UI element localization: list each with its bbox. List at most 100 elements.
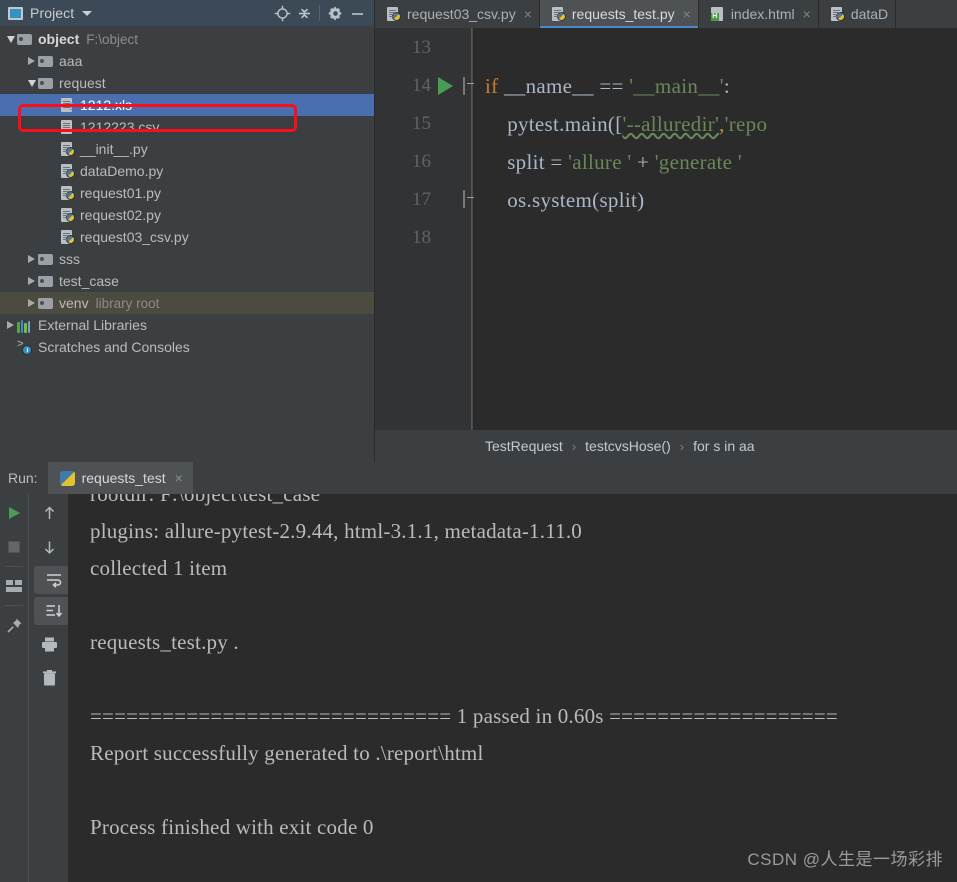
pin-tab-icon[interactable] (0, 610, 28, 640)
code-token: '__main__' (629, 74, 724, 98)
chevron-right-icon[interactable] (25, 248, 38, 270)
run-toolbar-primary[interactable] (0, 494, 28, 882)
tree-item-request03-csv-py[interactable]: request03_csv.py (0, 226, 374, 248)
code-editor[interactable]: 13 14 if __name__ == '__main__': 15 pytest.… (375, 28, 957, 430)
tree-item-request01-py[interactable]: request01.py (0, 182, 374, 204)
console-line: requests_test.py . (90, 624, 957, 661)
tree-item-label: External Libraries (38, 317, 147, 333)
python-file-icon (550, 6, 566, 22)
run-console-output[interactable]: rootdir: F:\object\test_caseplugins: all… (68, 494, 957, 882)
console-line (90, 661, 957, 698)
tree-no-arrow (46, 138, 59, 160)
chevron-right-icon[interactable] (25, 270, 38, 292)
code-line-17[interactable]: 17 os.system(split) (375, 181, 957, 219)
tree-item-external-libraries[interactable]: External Libraries (0, 314, 374, 336)
code-token: os.system(split) (485, 188, 644, 212)
breadcrumb-item[interactable]: TestRequest (485, 438, 563, 454)
tree-item-1212223-csv[interactable]: 1212223.csv (0, 116, 374, 138)
editor-tab-datad[interactable]: dataD (819, 0, 896, 28)
close-icon[interactable]: × (683, 7, 691, 21)
toolbar-divider (5, 566, 23, 567)
code-line-14[interactable]: 14 if __name__ == '__main__': (375, 67, 957, 105)
code-token: + (631, 150, 654, 174)
folder-icon (38, 75, 54, 91)
down-arrow-icon[interactable] (29, 532, 69, 562)
tree-item-datademo-py[interactable]: dataDemo.py (0, 160, 374, 182)
tree-item-aaa[interactable]: aaa (0, 50, 374, 72)
editor-tab-label: index.html (731, 6, 795, 22)
tree-item-request[interactable]: request (0, 72, 374, 94)
project-panel-header: Project (0, 0, 374, 26)
close-icon[interactable]: × (175, 470, 183, 486)
code-text: pytest.main(['--alluredir','repo (485, 112, 767, 137)
editor-tab-bar[interactable]: request03_csv.py×requests_test.py×Hindex… (375, 0, 957, 28)
tree-item-1212-xls[interactable]: ?1212.xls (0, 94, 374, 116)
run-gutter-icon[interactable] (431, 77, 459, 95)
tree-item-sublabel: library root (96, 296, 160, 311)
folder-icon (38, 273, 54, 289)
chevron-down-icon[interactable] (25, 72, 38, 94)
console-line: plugins: allure-pytest-2.9.44, html-3.1.… (90, 513, 957, 550)
fold-toggle-icon[interactable] (463, 77, 481, 95)
chevron-down-icon[interactable] (82, 11, 92, 16)
rerun-run-icon[interactable] (0, 498, 28, 528)
chevron-right-icon[interactable] (25, 50, 38, 72)
code-line-13[interactable]: 13 (375, 29, 957, 67)
editor-tab-request03-csv-py[interactable]: request03_csv.py× (375, 0, 540, 28)
tree-item-label: request03_csv.py (80, 229, 189, 245)
tree-item-object[interactable]: object F:\object (0, 28, 374, 50)
tree-item-sublabel: F:\object (86, 32, 138, 47)
tree-item-init-py[interactable]: __init__.py (0, 138, 374, 160)
project-file-tree[interactable]: object F:\object aaarequest?1212.xls121222… (0, 26, 374, 462)
tree-item-scratches-and-consoles[interactable]: Scratches and Consoles (0, 336, 374, 358)
chevron-down-icon[interactable] (4, 28, 17, 50)
console-line: Report successfully generated to .\repor… (90, 735, 957, 772)
locate-target-icon[interactable] (271, 2, 293, 24)
breadcrumb-item[interactable]: for s in aa (693, 438, 754, 454)
code-line-16[interactable]: 16 split = 'allure ' + 'generate ' (375, 143, 957, 181)
editor-tab-requests-test-py[interactable]: requests_test.py× (540, 0, 699, 28)
code-token: 'generate ' (655, 150, 742, 174)
print-icon[interactable] (29, 629, 69, 659)
toolbar-divider-2 (5, 605, 23, 606)
collapse-all-icon[interactable] (293, 2, 315, 24)
tree-item-label: request01.py (80, 185, 161, 201)
toggle-tasks-icon[interactable] (0, 571, 28, 601)
chevron-right-icon[interactable] (25, 292, 38, 314)
chevron-right-icon[interactable] (4, 314, 17, 336)
tree-item-label: request02.py (80, 207, 161, 223)
header-divider (319, 5, 320, 21)
console-line (90, 772, 957, 809)
tree-item-label: dataDemo.py (80, 163, 163, 179)
close-icon[interactable]: × (524, 7, 532, 21)
code-line-18[interactable]: 18 (375, 219, 957, 257)
python-file-icon (59, 229, 75, 245)
scratches-icon (17, 339, 33, 355)
tree-item-request02-py[interactable]: request02.py (0, 204, 374, 226)
breadcrumb[interactable]: TestRequest›testcvsHose()›for s in aa (375, 430, 957, 462)
editor-tab-index-html[interactable]: Hindex.html× (699, 0, 819, 28)
folder-icon (38, 295, 54, 311)
code-token: '--alluredir' (623, 112, 720, 136)
fold-toggle-icon[interactable] (463, 191, 481, 209)
code-token: if (485, 74, 504, 98)
tree-item-test-case[interactable]: test_case (0, 270, 374, 292)
gear-icon[interactable] (324, 2, 346, 24)
trash-icon[interactable] (29, 663, 69, 693)
breadcrumb-item[interactable]: testcvsHose() (585, 438, 671, 454)
run-toolbar-secondary[interactable] (28, 494, 70, 882)
code-line-15[interactable]: 15 pytest.main(['--alluredir','repo (375, 105, 957, 143)
tree-item-venv[interactable]: venvlibrary root (0, 292, 374, 314)
line-number: 14 (375, 75, 431, 97)
run-configuration-tab[interactable]: requests_test × (48, 462, 193, 494)
close-icon[interactable]: × (803, 7, 811, 21)
project-logo-icon (8, 7, 23, 20)
tree-item-sss[interactable]: sss (0, 248, 374, 270)
run-tool-window: Run: requests_test × (0, 462, 957, 882)
console-line: rootdir: F:\object\test_case (90, 494, 957, 513)
tree-item-label: object (38, 31, 79, 47)
hide-icon[interactable] (346, 2, 368, 24)
up-arrow-icon[interactable] (29, 498, 69, 528)
code-text: if __name__ == '__main__': (485, 74, 730, 99)
stop-icon[interactable] (0, 532, 28, 562)
